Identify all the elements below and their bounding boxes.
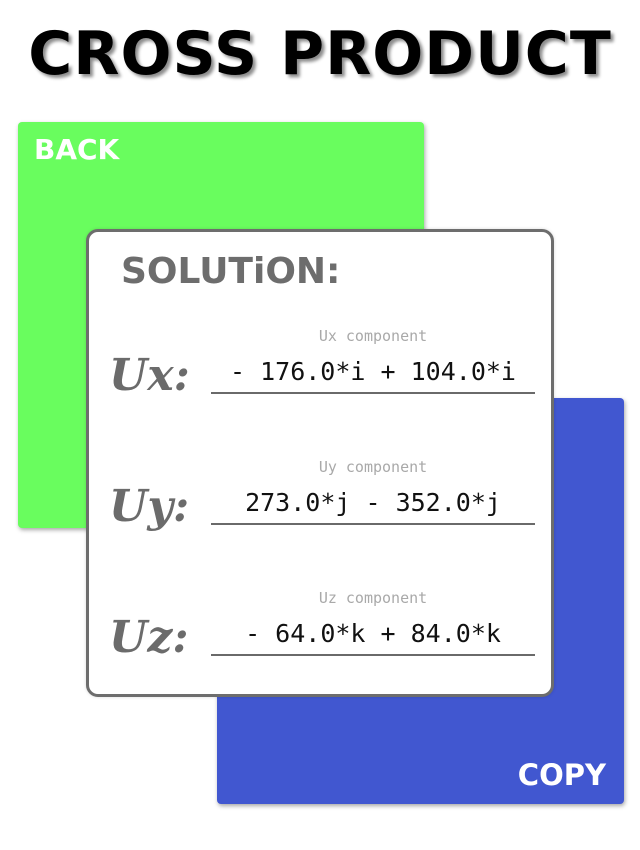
uy-field[interactable]: 273.0*j - 352.0*j (211, 485, 535, 525)
solution-title: SOLUTiON: (121, 251, 341, 292)
app-title: CROSS PRODUCT (28, 19, 612, 89)
uy-row: Uy component Uy: 273.0*j - 352.0*j (89, 457, 551, 547)
uy-hint: Uy component (318, 458, 428, 476)
ux-hint: Ux component (318, 327, 428, 345)
uz-label: Uz: (109, 612, 189, 663)
uz-field[interactable]: - 64.0*k + 84.0*k (211, 616, 535, 656)
solution-card: SOLUTiON: Ux component Ux: - 176.0*i + 1… (86, 229, 554, 697)
copy-button-label: COPY (517, 758, 606, 792)
uz-row: Uz component Uz: - 64.0*k + 84.0*k (89, 588, 551, 678)
back-button-label: BACK (34, 133, 120, 166)
ux-label: Ux: (109, 350, 190, 401)
ux-row: Ux component Ux: - 176.0*i + 104.0*i (89, 326, 551, 416)
ux-field[interactable]: - 176.0*i + 104.0*i (211, 354, 535, 394)
uy-label: Uy: (109, 481, 190, 532)
uz-hint: Uz component (318, 589, 428, 607)
